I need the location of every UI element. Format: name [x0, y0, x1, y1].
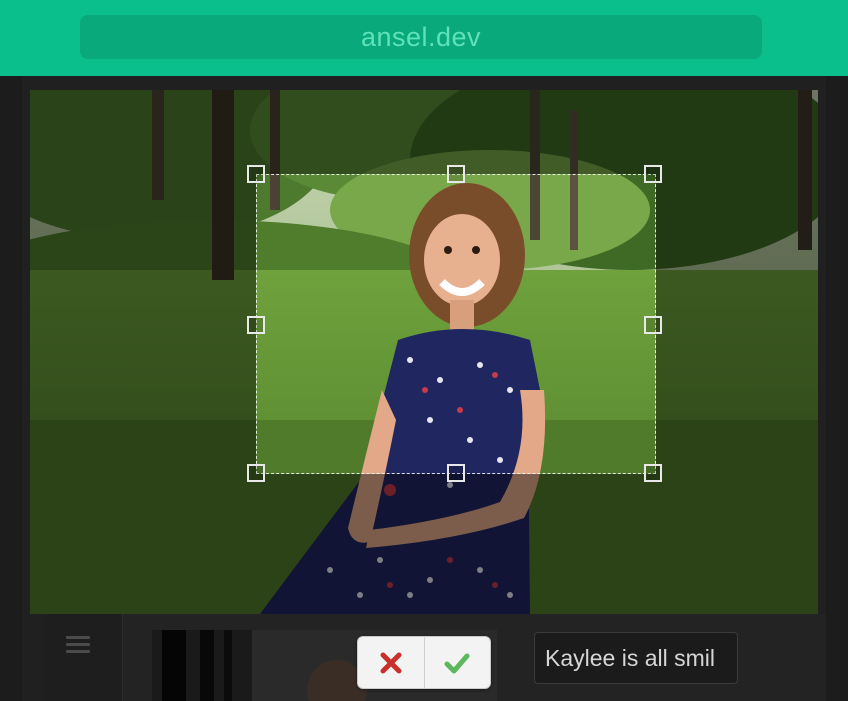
- crop-shade-right: [656, 174, 818, 474]
- crop-handle-top-left[interactable]: [247, 165, 265, 183]
- crop-handle-bottom[interactable]: [447, 464, 465, 482]
- hamburger-icon[interactable]: [66, 636, 90, 656]
- crop-handle-top-right[interactable]: [644, 165, 662, 183]
- browser-bar: ansel.dev: [0, 0, 848, 76]
- menu-column: [44, 614, 123, 701]
- crop-handle-bottom-left[interactable]: [247, 464, 265, 482]
- crop-actions: [357, 636, 491, 689]
- crop-handle-top[interactable]: [447, 165, 465, 183]
- crop-photo[interactable]: [30, 90, 818, 614]
- crop-shade-top: [30, 90, 818, 174]
- x-icon: [380, 652, 402, 673]
- crop-handle-right[interactable]: [644, 316, 662, 334]
- crop-handle-left[interactable]: [247, 316, 265, 334]
- crop-shade-left: [30, 174, 256, 474]
- crop-handle-bottom-right[interactable]: [644, 464, 662, 482]
- url-bar[interactable]: ansel.dev: [80, 15, 762, 59]
- crop-shade-bottom: [30, 474, 818, 614]
- check-icon: [444, 653, 470, 673]
- crop-selection[interactable]: [256, 174, 656, 474]
- caption-input[interactable]: Kaylee is all smil: [534, 632, 738, 684]
- cancel-crop-button[interactable]: [358, 637, 424, 688]
- confirm-crop-button[interactable]: [423, 637, 491, 688]
